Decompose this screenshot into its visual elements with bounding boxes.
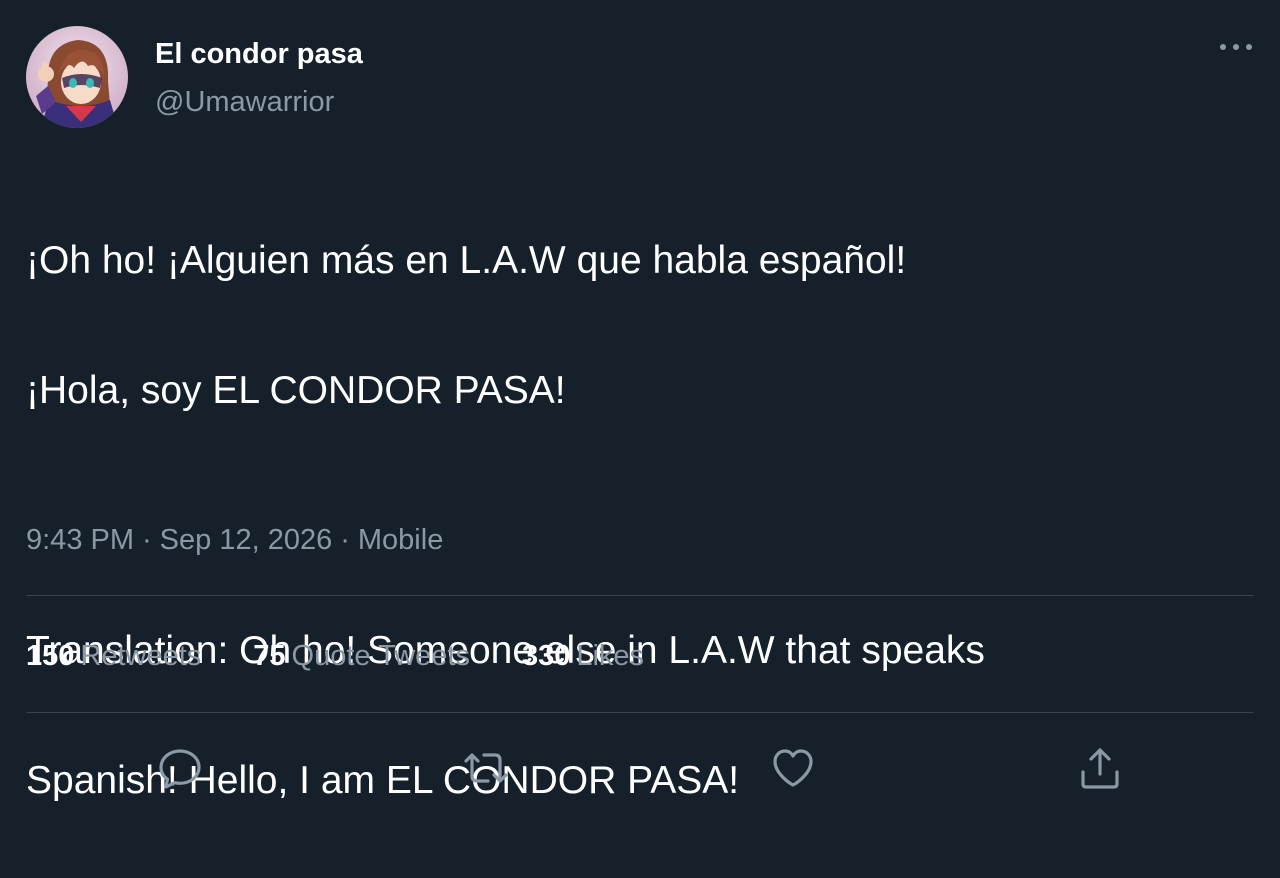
display-name[interactable]: El condor pasa bbox=[155, 34, 363, 74]
quote-tweets-count: 75 bbox=[253, 640, 286, 672]
heart-icon bbox=[773, 749, 813, 787]
reply-button[interactable] bbox=[152, 740, 208, 796]
likes-stat[interactable]: 330 Likes bbox=[522, 634, 644, 678]
username-handle[interactable]: @Umawarrior bbox=[155, 82, 363, 122]
tweet-header: El condor pasa @Umawarrior bbox=[26, 26, 1254, 130]
share-button[interactable] bbox=[1072, 740, 1128, 796]
likes-count: 330 bbox=[521, 640, 571, 672]
reply-icon bbox=[159, 749, 201, 789]
avatar-image bbox=[26, 26, 128, 128]
tweet-meta: 9:43 PM · Sep 12, 2026 · Mobile bbox=[26, 519, 443, 561]
tweet-source: Mobile bbox=[357, 524, 444, 556]
meta-separator: · bbox=[340, 524, 350, 556]
tweet-actions bbox=[0, 740, 1280, 796]
retweets-stat[interactable]: 150 Retweets bbox=[26, 634, 201, 678]
avatar[interactable] bbox=[26, 26, 128, 128]
tweet-line: ¡Oh ho! ¡Alguien más en L.A.W que habla … bbox=[26, 239, 907, 282]
retweet-icon bbox=[464, 753, 508, 783]
likes-label: Likes bbox=[576, 640, 645, 672]
divider bbox=[26, 712, 1254, 713]
retweet-button[interactable] bbox=[458, 740, 514, 796]
quote-tweets-label: Quote Tweets bbox=[291, 640, 470, 672]
more-horizontal-icon[interactable] bbox=[1218, 36, 1254, 58]
share-icon bbox=[1081, 748, 1119, 789]
tweet-line: ¡Hola, soy EL CONDOR PASA! bbox=[26, 369, 566, 412]
tweet-time[interactable]: 9:43 PM bbox=[26, 524, 134, 556]
quote-tweets-stat[interactable]: 75 Quote Tweets bbox=[253, 634, 470, 678]
retweets-label: Retweets bbox=[80, 640, 202, 672]
author-info: El condor pasa @Umawarrior bbox=[155, 34, 363, 122]
like-button[interactable] bbox=[765, 740, 821, 796]
divider bbox=[26, 595, 1254, 596]
meta-separator: · bbox=[142, 524, 152, 556]
tweet-stats: 150 Retweets 75 Quote Tweets 330 Likes bbox=[26, 634, 644, 678]
tweet-date[interactable]: Sep 12, 2026 bbox=[160, 524, 333, 556]
retweets-count: 150 bbox=[26, 640, 75, 672]
